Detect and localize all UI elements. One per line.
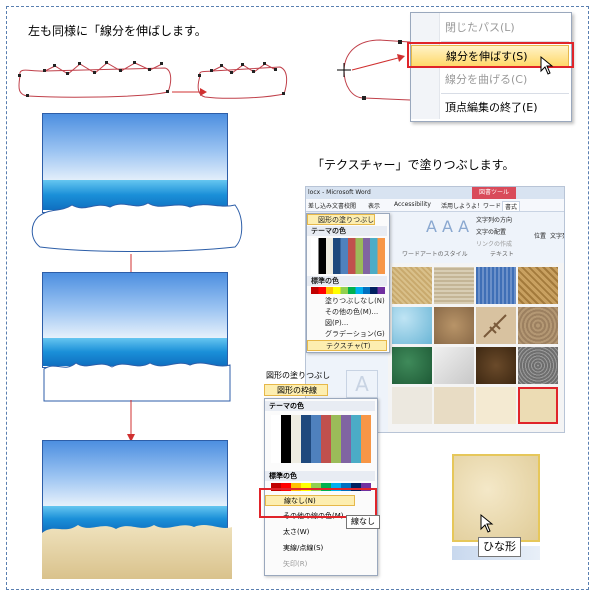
tab-view[interactable]: 表示	[368, 201, 380, 210]
down-arrow-2	[127, 400, 135, 442]
texture-parchment[interactable]	[476, 387, 516, 424]
tab-review[interactable]: 校閲	[344, 201, 356, 210]
texture-sand[interactable]	[518, 307, 558, 344]
highlight-box-no-line	[259, 488, 377, 518]
wrap-text-button[interactable]: 文字列の折り返し	[550, 231, 564, 240]
theme-colors-header: テーマの色	[307, 226, 387, 236]
menu-item-texture[interactable]: テクスチャ(T)	[307, 340, 387, 351]
tab-accessibility[interactable]: Accessibility	[394, 201, 431, 208]
window-title: locx - Microsoft Word	[308, 189, 371, 196]
tab-format[interactable]: 書式	[502, 201, 521, 212]
shape-fill-button[interactable]: 図形の塗りつぶし	[307, 214, 376, 225]
texture-woven-mat[interactable]	[518, 267, 558, 304]
texture-preview-swatch	[452, 454, 540, 542]
texture-granite[interactable]	[518, 347, 558, 384]
menu-item-dashes[interactable]: 実線/点線(S)	[265, 543, 323, 554]
position-button[interactable]: 位置	[534, 231, 546, 240]
text-align-button[interactable]: 文字の配置	[476, 227, 506, 236]
menu-item-arrows[interactable]: 矢印(R)	[265, 559, 307, 570]
tab-mailings[interactable]: 差し込み文書	[308, 201, 344, 210]
wordart-style-preview[interactable]: A A A	[426, 217, 469, 236]
texture-water-droplets[interactable]	[392, 307, 432, 344]
texture-gallery	[388, 263, 564, 432]
caption-texture-fill: 「テクスチャー」で塗りつぶします。	[312, 158, 515, 172]
standard-color-swatches[interactable]	[311, 287, 385, 294]
mouse-cursor-icon	[480, 513, 494, 533]
texture-canvas[interactable]	[434, 267, 474, 304]
shape-fill-menu: 図形の塗りつぶし テーマの色 標準の色 塗りつぶしなし(N) その他の色(M).…	[306, 213, 390, 353]
texture-newsprint[interactable]	[392, 387, 432, 424]
outline-standard-colors-header: 標準の色	[265, 471, 375, 481]
theme-color-swatches[interactable]	[311, 238, 385, 274]
texture-paper-bag[interactable]	[434, 307, 474, 344]
menu-item-closed-path[interactable]: 閉じたパス(L)	[411, 17, 569, 39]
texture-green-marble[interactable]	[392, 347, 432, 384]
outline-shape-1	[31, 202, 243, 252]
texture-white-marble[interactable]	[434, 347, 474, 384]
wordart-preview-icon[interactable]: A	[346, 370, 378, 398]
menu-item-gradient[interactable]: グラデーション(G)	[307, 329, 385, 340]
wordart-group-label: ワードアートのスタイル	[402, 251, 468, 258]
tab-word-tips[interactable]: 活用しようよ！ワード	[441, 201, 501, 210]
outline-shape-2	[43, 362, 231, 402]
outline-theme-colors-header: テーマの色	[265, 401, 375, 411]
shape-outline-button[interactable]: 図形の枠線	[264, 384, 328, 396]
outline-theme-swatches[interactable]	[271, 415, 371, 463]
texture-name-tooltip: ひな形	[478, 537, 521, 557]
shape-outline-menu: テーマの色 標準の色 線なし(N) その他の線の色(M)... 太さ(W) 実線…	[264, 398, 378, 576]
menu-item-no-fill[interactable]: 塗りつぶしなし(N)	[307, 296, 385, 307]
menu-item-exit-point-edit[interactable]: 頂点編集の終了(E)	[411, 97, 569, 119]
menu-item-more-colors[interactable]: その他の色(M)...	[307, 307, 378, 318]
text-direction-button[interactable]: 文字列の方向	[476, 215, 512, 224]
shape-fill-button-small[interactable]: 図形の塗りつぶし	[266, 370, 330, 381]
texture-recycled-paper[interactable]	[434, 387, 474, 424]
texture-brown-marble[interactable]	[476, 347, 516, 384]
ribbon-tab-bar: 差し込み文書 校閲 表示 Accessibility 活用しようよ！ワード 書式	[306, 199, 564, 212]
standard-colors-header: 標準の色	[307, 276, 387, 286]
context-tab-header: 図書ツール	[472, 187, 516, 199]
menu-item-picture[interactable]: 図(P)...	[307, 318, 348, 329]
create-link-button[interactable]: リンクの作成	[476, 239, 512, 248]
texture-stationery-selected[interactable]	[518, 387, 558, 424]
shape-outline-screenshot: 図形の塗りつぶし A 図形の枠線 テーマの色 標準の色 線なし(N) その他の線…	[262, 368, 382, 578]
mouse-cursor-icon	[540, 55, 554, 75]
texture-papyrus[interactable]	[392, 267, 432, 304]
sand-shape	[42, 525, 232, 579]
menu-separator	[441, 93, 569, 94]
texture-fish-fossil[interactable]	[476, 307, 516, 344]
window-title-bar: locx - Microsoft Word 図書ツール	[306, 187, 564, 199]
text-group-label: テキスト	[490, 251, 514, 258]
no-line-tooltip: 線なし	[346, 515, 380, 529]
menu-item-weight[interactable]: 太さ(W)	[265, 527, 309, 538]
texture-denim[interactable]	[476, 267, 516, 304]
